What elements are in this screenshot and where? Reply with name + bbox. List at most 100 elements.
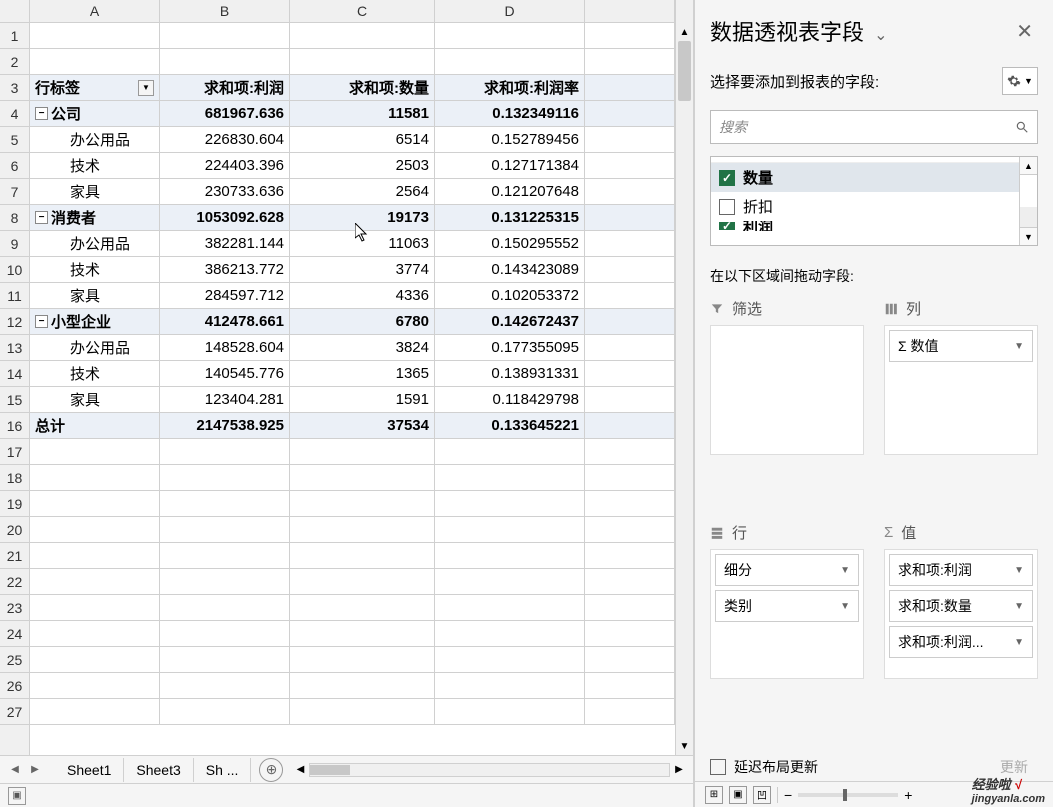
field-scroll-up[interactable]: ▲ xyxy=(1020,157,1037,175)
cell[interactable] xyxy=(30,465,160,490)
data-row[interactable] xyxy=(30,517,675,543)
data-row[interactable]: 技术140545.77613650.138931331 xyxy=(30,361,675,387)
cell-empty[interactable] xyxy=(585,179,675,204)
row-header-23[interactable]: 23 xyxy=(0,595,29,621)
cell[interactable]: 技术 xyxy=(30,257,160,282)
data-row[interactable] xyxy=(30,699,675,725)
cell[interactable]: 办公用品 xyxy=(30,127,160,152)
cell[interactable] xyxy=(435,491,585,516)
cell[interactable]: 2503 xyxy=(290,153,435,178)
cell[interactable]: 0.121207648 xyxy=(435,179,585,204)
cell[interactable] xyxy=(435,595,585,620)
cell[interactable] xyxy=(160,595,290,620)
vertical-scrollbar[interactable]: ▲ ▼ xyxy=(675,23,693,755)
hscroll-thumb[interactable] xyxy=(310,765,350,775)
row-header-1[interactable]: 1 xyxy=(0,23,29,49)
row-header-5[interactable]: 5 xyxy=(0,127,29,153)
data-row[interactable] xyxy=(30,621,675,647)
cell[interactable] xyxy=(30,699,160,724)
data-row[interactable]: 办公用品148528.60438240.177355095 xyxy=(30,335,675,361)
cell-empty[interactable] xyxy=(585,517,675,542)
tab-sheet1[interactable]: Sheet1 xyxy=(55,758,124,782)
field-settings-button[interactable]: ▼ xyxy=(1002,67,1038,95)
field-scroll-down[interactable]: ▼ xyxy=(1020,227,1037,245)
cell[interactable]: −小型企业 xyxy=(30,309,160,334)
row-header-16[interactable]: 16 xyxy=(0,413,29,439)
cell[interactable] xyxy=(290,439,435,464)
cell[interactable] xyxy=(160,23,290,48)
data-row[interactable]: 技术386213.77237740.143423089 xyxy=(30,257,675,283)
cell-empty[interactable] xyxy=(585,465,675,490)
field-item-quantity[interactable]: 数量 xyxy=(711,163,1019,192)
cell[interactable] xyxy=(290,491,435,516)
cell-empty[interactable] xyxy=(585,361,675,386)
cell[interactable] xyxy=(160,517,290,542)
cell-empty[interactable] xyxy=(585,595,675,620)
cell[interactable] xyxy=(435,569,585,594)
scroll-thumb[interactable] xyxy=(678,41,691,101)
cell[interactable]: 226830.604 xyxy=(160,127,290,152)
row-header-14[interactable]: 14 xyxy=(0,361,29,387)
cell-empty[interactable] xyxy=(585,569,675,594)
cell[interactable] xyxy=(290,49,435,74)
row-header-21[interactable]: 21 xyxy=(0,543,29,569)
cell[interactable] xyxy=(160,673,290,698)
data-row[interactable]: 办公用品382281.144110630.150295552 xyxy=(30,231,675,257)
cell[interactable]: 0.152789456 xyxy=(435,127,585,152)
defer-layout-checkbox[interactable]: 延迟布局更新 xyxy=(710,757,818,777)
cell[interactable] xyxy=(160,647,290,672)
data-row[interactable] xyxy=(30,595,675,621)
cell[interactable]: 求和项:数量 xyxy=(290,75,435,100)
tab-sh[interactable]: Sh ... xyxy=(194,758,252,782)
cell[interactable]: 1053092.628 xyxy=(160,205,290,230)
col-header-a[interactable]: A xyxy=(30,0,160,22)
cell[interactable]: 2564 xyxy=(290,179,435,204)
values-zone-item-3[interactable]: 求和项:利润...▼ xyxy=(889,626,1033,658)
cell[interactable] xyxy=(290,517,435,542)
col-header-b[interactable]: B xyxy=(160,0,290,22)
cell[interactable]: 求和项:利润率 xyxy=(435,75,585,100)
cell[interactable]: 0.127171384 xyxy=(435,153,585,178)
data-row[interactable]: −公司681967.636115810.132349116 xyxy=(30,101,675,127)
cell-empty[interactable] xyxy=(585,543,675,568)
zoom-slider-thumb[interactable] xyxy=(843,789,847,801)
panel-close-button[interactable]: ✕ xyxy=(1011,19,1038,44)
data-row[interactable]: 家具284597.71243360.102053372 xyxy=(30,283,675,309)
cell[interactable]: 0.143423089 xyxy=(435,257,585,282)
cell[interactable]: −公司 xyxy=(30,101,160,126)
cell[interactable] xyxy=(30,621,160,646)
view-page-icon[interactable]: ▣ xyxy=(729,786,747,804)
cell[interactable] xyxy=(435,647,585,672)
cell[interactable]: 0.150295552 xyxy=(435,231,585,256)
collapse-button[interactable]: − xyxy=(35,315,48,328)
cell[interactable] xyxy=(435,49,585,74)
panel-options-chevron[interactable]: ⌄ xyxy=(874,27,887,44)
cell[interactable]: 0.133645221 xyxy=(435,413,585,438)
cell-empty[interactable] xyxy=(585,439,675,464)
cell[interactable]: 6780 xyxy=(290,309,435,334)
cell[interactable] xyxy=(435,699,585,724)
cell[interactable] xyxy=(160,439,290,464)
cell[interactable]: 0.131225315 xyxy=(435,205,585,230)
cell[interactable]: 技术 xyxy=(30,361,160,386)
cell[interactable] xyxy=(30,491,160,516)
cell[interactable]: 37534 xyxy=(290,413,435,438)
cell[interactable]: 0.142672437 xyxy=(435,309,585,334)
field-item-profit[interactable]: 利润 xyxy=(711,221,1019,231)
cell[interactable] xyxy=(435,543,585,568)
checkbox-profit[interactable] xyxy=(719,222,735,230)
cell[interactable]: 3824 xyxy=(290,335,435,360)
cell-empty[interactable] xyxy=(585,257,675,282)
row-header-8[interactable]: 8 xyxy=(0,205,29,231)
rows-zone-item-2[interactable]: 类别▼ xyxy=(715,590,859,622)
values-zone-item-1[interactable]: 求和项:利润▼ xyxy=(889,554,1033,586)
cell-empty[interactable] xyxy=(585,647,675,672)
cell[interactable] xyxy=(30,647,160,672)
row-header-19[interactable]: 19 xyxy=(0,491,29,517)
cell[interactable]: 412478.661 xyxy=(160,309,290,334)
data-row[interactable] xyxy=(30,647,675,673)
cell[interactable]: 0.138931331 xyxy=(435,361,585,386)
collapse-button[interactable]: − xyxy=(35,107,48,120)
cell[interactable]: 家具 xyxy=(30,387,160,412)
cell-empty[interactable] xyxy=(585,387,675,412)
